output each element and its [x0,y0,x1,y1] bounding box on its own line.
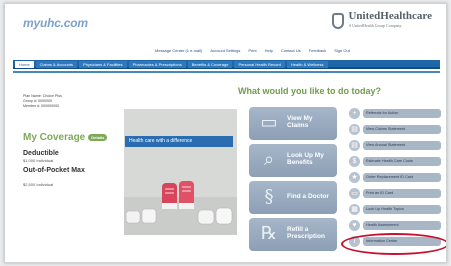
browser-page: myuhc.com UnitedHealthcare A UnitedHealt… [4,3,447,263]
tab-health-record[interactable]: Personal Health Record [234,61,285,68]
plus-icon: + [349,108,360,119]
tile-label: Refill a Prescription [287,226,325,240]
quick-link-label: Order Replacement ID Card [363,173,441,182]
calculator-icon: $ [349,156,360,167]
tab-home[interactable]: Home [15,61,34,68]
view-claims-tile[interactable]: ▭ View My Claims [249,107,337,140]
rx-icon: ℞ [260,223,278,244]
brand-tagline: A UnitedHealth Group Company [348,23,402,28]
stethoscope-icon: § [264,186,274,207]
quick-link-referrals[interactable]: + Referrals for Action [349,108,445,119]
nav-divider [13,71,440,73]
tab-benefits[interactable]: Benefits & Coverage [187,61,233,68]
quick-link-claims-statement[interactable]: ▤ View Claims Statement [349,124,445,135]
magnifier-icon: ⌕ [263,149,275,170]
quick-link-label: Referrals for Action [363,109,441,118]
quick-link-estimate-costs[interactable]: $ Estimate Health Care Costs [349,156,445,167]
tab-wellness[interactable]: Health & Wellness [286,61,328,68]
utility-link[interactable]: Account Settings [210,48,240,56]
book-icon: ▦ [349,204,360,215]
quick-link-health-topics[interactable]: ▦ Look Up Health Topics [349,204,445,215]
heart-icon: ♥ [349,220,360,231]
health-assessment-highlight [341,233,446,255]
tile-label: Find a Doctor [287,193,329,200]
oop-value: $2,500 Individual [23,182,54,187]
tab-pharmacies[interactable]: Pharmacies & Prescriptions [128,61,186,68]
lookup-benefits-tile[interactable]: ⌕ Look Up My Benefits [249,144,337,177]
sneakers-image [124,181,237,235]
quick-link-label: Estimate Health Care Costs [363,157,441,166]
find-doctor-tile[interactable]: § Find a Doctor [249,181,337,214]
tile-label: Look Up My Benefits [287,152,324,166]
tab-claims[interactable]: Claims & Accounts [35,61,78,68]
tile-label: View My Claims [287,115,313,129]
deductible-value: $1,000 Individual [23,158,54,163]
main-nav: Home Claims & Accounts Physicians & Faci… [13,60,440,69]
utility-link[interactable]: Message Center (1 e-mail) [155,48,202,56]
coverage-details-button[interactable]: Details [88,133,108,141]
quick-link-annual-statement[interactable]: ▤ View Annual Statement [349,140,445,151]
refill-prescription-tile[interactable]: ℞ Refill a Prescription [249,218,337,251]
tab-physicians[interactable]: Physicians & Facilities [79,61,127,68]
member-info: Plan Name: Choice Plus Group #: 0000000 … [23,94,62,109]
quick-link-replacement-card[interactable]: ★ Order Replacement ID Card [349,172,445,183]
document-icon: ▤ [349,124,360,135]
quick-link-label: Look Up Health Topics [363,205,441,214]
star-icon: ★ [349,172,360,183]
utility-link[interactable]: Help [265,48,273,56]
utility-link[interactable]: Contact Us [281,48,301,56]
quick-link-health-assessment[interactable]: ♥ Health Assessment [349,220,445,231]
utility-link[interactable]: Print [248,48,256,56]
utility-link[interactable]: Sign Out [334,48,350,56]
oop-label: Out-of-Pocket Max [23,167,85,174]
promo-banner[interactable]: Health care with a difference [124,109,237,235]
coverage-title: My Coverage Details [23,132,108,143]
shield-icon [332,13,345,29]
utility-link[interactable]: Feedback [309,48,327,56]
brand-logo: UnitedHealthcare A UnitedHealth Group Co… [332,11,432,31]
section-question: What would you like to do today? [238,86,381,96]
quick-link-label: View Annual Statement [363,141,441,150]
card-icon: ▭ [349,188,360,199]
quick-link-label: View Claims Statement [363,125,441,134]
quick-link-label: Health Assessment [363,221,441,230]
claims-icon: ▭ [260,112,278,133]
utility-links: Message Center (1 e-mail) Account Settin… [155,48,440,56]
quick-link-label: Print an ID Card [363,189,441,198]
site-logo[interactable]: myuhc.com [23,16,88,30]
statement-icon: ▤ [349,140,360,151]
member-number: Member #: 000000000 [23,104,60,108]
quick-link-print-card[interactable]: ▭ Print an ID Card [349,188,445,199]
deductible-label: Deductible [23,150,59,157]
